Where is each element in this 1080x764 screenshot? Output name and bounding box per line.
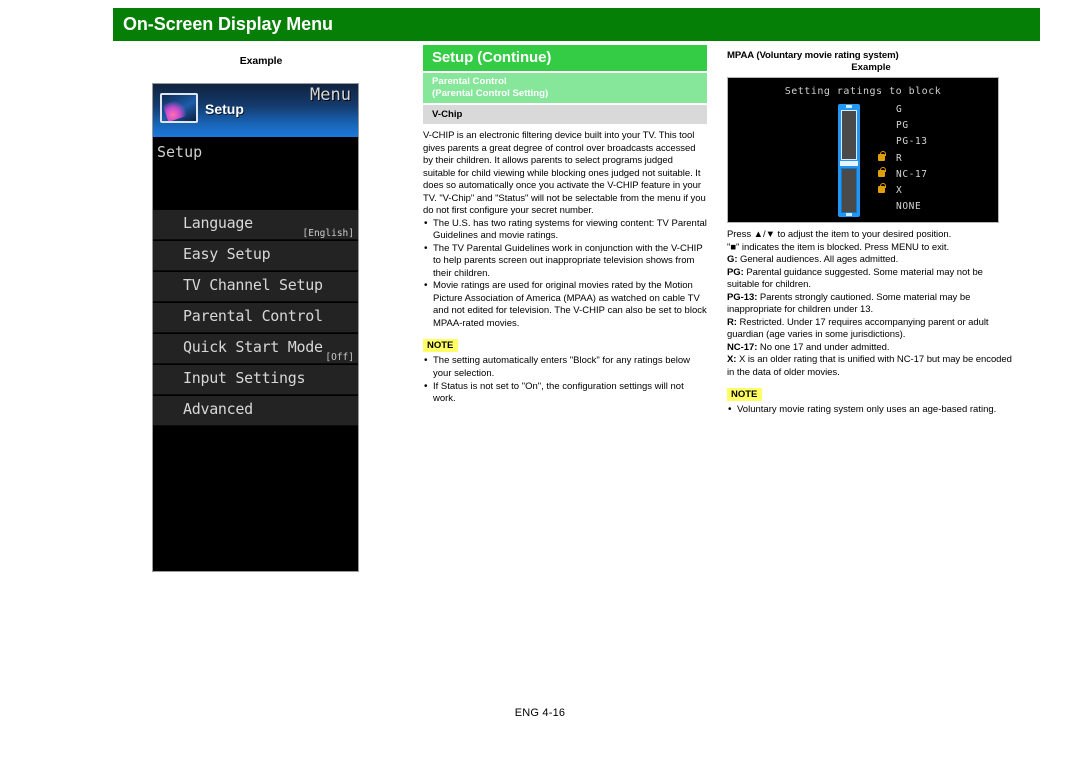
ratings-label-list: G PG PG-13 R NC-17 X NONE	[868, 102, 988, 215]
tv-menu-item-tv-channel-setup[interactable]: TV Channel Setup	[153, 271, 358, 302]
definition-text: No one 17 and under admitted.	[757, 341, 890, 353]
tv-menu-header: Setup Menu	[153, 84, 358, 137]
tv-menu-item-label: TV Channel Setup	[183, 276, 323, 294]
slider-down-arrow-icon[interactable]	[846, 213, 852, 216]
rating-row[interactable]: R	[868, 150, 988, 167]
tv-menu-item-language[interactable]: Language [English]	[153, 209, 358, 240]
lock-icon	[878, 166, 886, 177]
left-example-column: Example Setup Menu Setup Language [Engli…	[113, 55, 409, 572]
middle-note-list: The setting automatically enters "Block"…	[423, 354, 707, 406]
instruction-line: Press ▲/▼ to adjust the item to your des…	[727, 229, 952, 240]
definition-line: X: X is an older rating that is unified …	[727, 354, 1015, 379]
definition-line: PG-13: Parents strongly cautioned. Some …	[727, 292, 1015, 317]
rating-row[interactable]: G	[868, 102, 988, 118]
section-heading: Setup (Continue)	[423, 45, 707, 71]
list-item: The setting automatically enters "Block"…	[423, 354, 707, 380]
tv-menu-item-easy-setup[interactable]: Easy Setup	[153, 240, 358, 271]
definition-term: X:	[727, 354, 737, 366]
page-marker: ENG 4-16	[514, 707, 566, 719]
tv-menu-item-value: [English]	[302, 228, 354, 239]
tv-ratings-screen-title: Setting ratings to block	[784, 86, 942, 97]
definition-text: Parents strongly cautioned. Some materia…	[727, 291, 971, 316]
right-example-label: Example	[851, 62, 891, 73]
middle-content-column: Setup (Continue) Parental Control (Paren…	[423, 45, 707, 406]
rating-row[interactable]: PG	[868, 118, 988, 134]
list-item: If Status is not set to "On", the config…	[423, 380, 707, 406]
page-footer: ENG 4-16	[0, 707, 1080, 719]
tv-menu-item-label: Advanced	[183, 400, 253, 418]
tv-menu-item-label: Parental Control	[183, 307, 323, 325]
list-item: Voluntary movie rating system only uses …	[727, 403, 1015, 417]
tv-menu-item-label: Easy Setup	[183, 245, 271, 263]
tv-menu-item-label: Input Settings	[183, 369, 306, 387]
instruction-line: "■" indicates the item is blocked. Press…	[727, 241, 950, 253]
tv-setup-menu-screenshot: Setup Menu Setup Language [English] Easy…	[152, 83, 359, 572]
rating-label: X	[896, 184, 903, 196]
lock-icon	[878, 182, 886, 193]
ratings-instructions: Press ▲/▼ to adjust the item to your des…	[727, 229, 1015, 379]
definition-line: PG: Parental guidance suggested. Some ma…	[727, 267, 1015, 292]
slider-handle[interactable]	[840, 161, 858, 166]
tv-menu-empty-area	[153, 426, 358, 571]
definition-text: General audiences. All ages admitted.	[737, 254, 899, 266]
tv-menu-item-label: Language	[183, 214, 253, 232]
rating-row[interactable]: NONE	[868, 199, 988, 215]
vchip-paragraph: V-CHIP is an electronic filtering device…	[423, 129, 706, 217]
definition-term: PG:	[727, 266, 744, 278]
definition-line: R: Restricted. Under 17 requires accompa…	[727, 317, 1015, 342]
list-item: Movie ratings are used for original movi…	[423, 279, 707, 330]
list-item: The TV Parental Guidelines work in conju…	[423, 242, 707, 281]
slider-track-upper	[841, 110, 857, 160]
note-badge: NOTE	[727, 388, 763, 402]
rating-row[interactable]: PG-13	[868, 134, 988, 150]
definition-term: NC-17:	[727, 341, 758, 353]
mpaa-heading: MPAA (Voluntary movie rating system)	[727, 50, 899, 61]
vchip-bullet-list: The U.S. has two rating systems for view…	[423, 217, 707, 331]
ratings-slider[interactable]	[838, 104, 860, 217]
tv-ratings-screenshot: Setting ratings to block G PG PG-13 R NC…	[727, 77, 999, 223]
rating-label: PG	[896, 120, 909, 132]
tv-menu-word: Menu	[310, 85, 351, 105]
tv-menu-screen-title: Setup	[153, 137, 358, 209]
definition-term: R:	[727, 316, 737, 328]
definition-line: G: General audiences. All ages admitted.	[727, 254, 1015, 267]
tv-menu-icon-label: Setup	[205, 101, 244, 117]
left-example-label: Example	[239, 55, 283, 67]
rating-label: G	[896, 104, 903, 115]
slider-up-arrow-icon[interactable]	[846, 105, 852, 108]
right-note-list: Voluntary movie rating system only uses …	[727, 403, 1015, 417]
right-content-column: MPAA (Voluntary movie rating system) Exa…	[727, 50, 1015, 417]
rating-row[interactable]: X	[868, 182, 988, 199]
tv-menu-item-value: [Off]	[325, 352, 354, 363]
definition-text: X is an older rating that is unified wit…	[727, 354, 1012, 378]
list-item: The U.S. has two rating systems for view…	[423, 217, 707, 243]
tv-menu-item-label: Quick Start Mode	[183, 338, 323, 356]
tv-menu-item-advanced[interactable]: Advanced	[153, 395, 358, 426]
subsection-heading-line2: (Parental Control Setting)	[432, 87, 549, 99]
rating-label: PG-13	[896, 136, 928, 148]
definition-term: G:	[727, 254, 738, 266]
definition-text: Parental guidance suggested. Some materi…	[727, 266, 983, 291]
definition-text: Restricted. Under 17 requires accompanyi…	[727, 316, 989, 341]
definition-term: PG-13:	[727, 291, 758, 303]
tv-menu-item-input-settings[interactable]: Input Settings	[153, 364, 358, 395]
rating-label: NC-17	[896, 168, 928, 180]
rating-label: NONE	[896, 201, 922, 213]
rating-row[interactable]: NC-17	[868, 166, 988, 183]
subsection-heading: Parental Control (Parental Control Setti…	[423, 73, 707, 103]
page-title: On-Screen Display Menu	[123, 14, 333, 34]
tv-menu-item-quick-start-mode[interactable]: Quick Start Mode [Off]	[153, 333, 358, 364]
definition-line: NC-17: No one 17 and under admitted.	[727, 342, 1015, 355]
tv-menu-item-list: Language [English] Easy Setup TV Channel…	[153, 209, 358, 426]
setup-screen-icon	[160, 93, 198, 123]
note-badge: NOTE	[423, 339, 459, 353]
subsection-heading-line1: Parental Control	[432, 76, 507, 87]
topic-heading: V-Chip	[423, 104, 707, 124]
lock-icon	[878, 150, 886, 161]
rating-label: R	[896, 152, 903, 164]
tv-menu-item-parental-control[interactable]: Parental Control	[153, 302, 358, 333]
page-title-bar: On-Screen Display Menu	[113, 8, 1040, 41]
document-page: On-Screen Display Menu Example Setup Men…	[0, 0, 1080, 764]
slider-track-lower	[841, 168, 857, 213]
